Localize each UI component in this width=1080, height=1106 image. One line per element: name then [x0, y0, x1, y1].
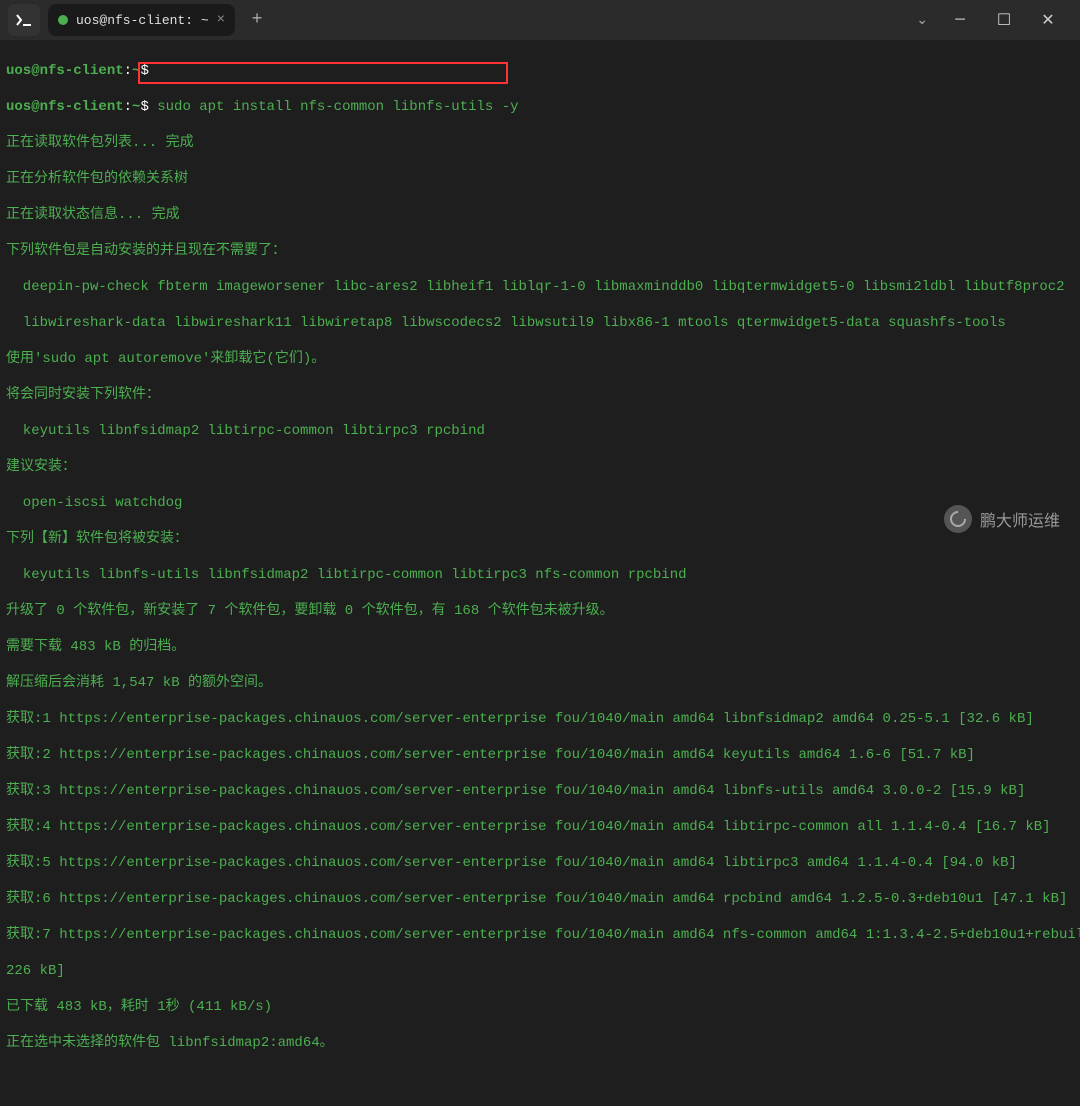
output-line: 正在读取软件包列表... 完成 — [6, 134, 1074, 152]
output-line: 获取:6 https://enterprise-packages.chinauo… — [6, 890, 1074, 908]
titlebar: uos@nfs-client: ~ × + ⌄ ─ ☐ ✕ — [0, 0, 1080, 40]
output-line: 获取:5 https://enterprise-packages.chinauo… — [6, 854, 1074, 872]
output-line: 正在读取状态信息... 完成 — [6, 206, 1074, 224]
output-line: 226 kB] — [6, 962, 1074, 980]
output-line: keyutils libnfs-utils libnfsidmap2 libti… — [6, 566, 1074, 584]
tab-close-icon[interactable]: × — [217, 12, 225, 28]
close-button[interactable]: ✕ — [1032, 6, 1064, 34]
terminal-output[interactable]: uos@nfs-client:~$ uos@nfs-client:~$ sudo… — [0, 40, 1080, 1106]
output-line: 已下载 483 kB，耗时 1秒 (411 kB/s) — [6, 998, 1074, 1016]
output-line: 下列软件包是自动安装的并且现在不需要了： — [6, 242, 1074, 260]
wechat-icon — [944, 505, 972, 533]
output-line: keyutils libnfsidmap2 libtirpc-common li… — [6, 422, 1074, 440]
prompt-user: uos@nfs-client — [6, 99, 124, 115]
command-text: sudo apt install nfs-common libnfs-utils… — [157, 99, 518, 115]
prompt-user: uos@nfs-client — [6, 63, 124, 79]
output-line: 正在选中未选择的软件包 libnfsidmap2:amd64。 — [6, 1034, 1074, 1052]
tab-title: uos@nfs-client: ~ — [76, 13, 209, 28]
output-line: libwireshark-data libwireshark11 libwire… — [6, 314, 1074, 332]
output-line: 解压缩后会消耗 1,547 kB 的额外空间。 — [6, 674, 1074, 692]
output-line: 下列【新】软件包将被安装： — [6, 530, 1074, 548]
output-line: 建议安装： — [6, 458, 1074, 476]
output-line: 获取:7 https://enterprise-packages.chinauo… — [6, 926, 1074, 944]
window-controls: ─ ☐ ✕ — [944, 6, 1072, 34]
tab-terminal[interactable]: uos@nfs-client: ~ × — [48, 4, 235, 36]
output-line: deepin-pw-check fbterm imageworsener lib… — [6, 278, 1074, 296]
output-line: 获取:2 https://enterprise-packages.chinauo… — [6, 746, 1074, 764]
new-tab-button[interactable]: + — [243, 6, 271, 34]
output-line: 需要下载 483 kB 的归档。 — [6, 638, 1074, 656]
tab-status-dot — [58, 15, 68, 25]
minimize-button[interactable]: ─ — [944, 6, 976, 34]
output-line: 获取:3 https://enterprise-packages.chinauo… — [6, 782, 1074, 800]
output-line: 将会同时安装下列软件： — [6, 386, 1074, 404]
watermark: 鹏大师运维 — [944, 505, 1060, 533]
output-line: 获取:1 https://enterprise-packages.chinauo… — [6, 710, 1074, 728]
output-line: 获取:4 https://enterprise-packages.chinauo… — [6, 818, 1074, 836]
output-line: 升级了 0 个软件包，新安装了 7 个软件包，要卸载 0 个软件包，有 168 … — [6, 602, 1074, 620]
watermark-text: 鹏大师运维 — [980, 507, 1060, 531]
output-line: open-iscsi watchdog — [6, 494, 1074, 512]
output-line: 使用'sudo apt autoremove'来卸载它(它们)。 — [6, 350, 1074, 368]
app-icon[interactable] — [8, 4, 40, 36]
dropdown-caret-icon[interactable]: ⌄ — [908, 12, 936, 29]
output-line: 正在分析软件包的依赖关系树 — [6, 170, 1074, 188]
maximize-button[interactable]: ☐ — [988, 6, 1020, 34]
